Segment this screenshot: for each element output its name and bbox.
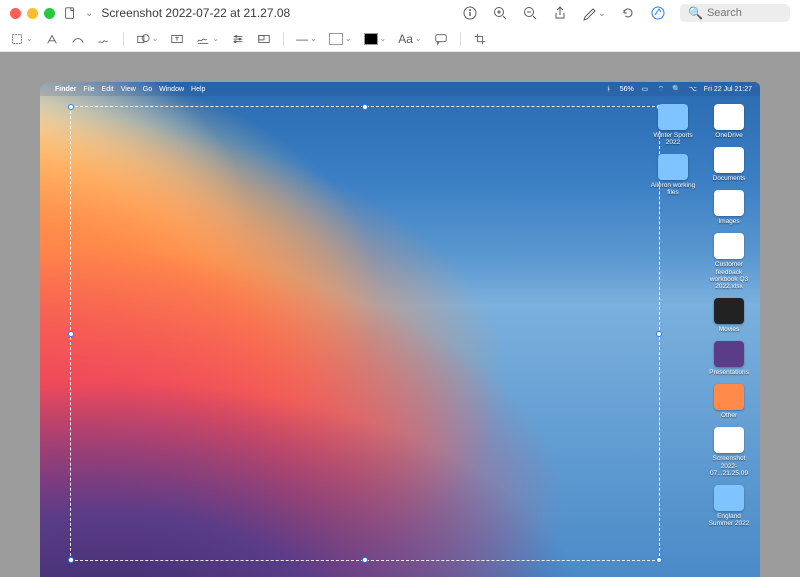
- adjust-size-icon[interactable]: [257, 32, 271, 46]
- window-title: Screenshot 2022-07-22 at 21.27.08: [101, 6, 290, 20]
- folder-icon: [714, 485, 744, 511]
- marquee-handle-sw[interactable]: [68, 557, 74, 563]
- shapes-icon[interactable]: ⌄: [136, 32, 159, 46]
- desktop-icon[interactable]: Other: [706, 384, 752, 419]
- crop-marquee[interactable]: [70, 106, 660, 561]
- desktop-icon[interactable]: Documents: [706, 147, 752, 182]
- minimize-button[interactable]: [27, 8, 38, 19]
- desktop-icon-label: Screenshot 2022-07...21.25.09: [706, 455, 752, 476]
- desktop-icon-label: Documents: [713, 175, 746, 182]
- desktop-icon[interactable]: OneDrive: [706, 104, 752, 139]
- menubar-clock: Fri 22 Jul 21:27: [704, 86, 752, 93]
- draw-icon[interactable]: [97, 32, 111, 46]
- desktop-icon-label: Other: [721, 412, 737, 419]
- desktop-icon[interactable]: Winter Sports 2022: [650, 104, 696, 146]
- menubar-battery-icon[interactable]: ▭: [640, 84, 650, 94]
- file-icon: [714, 104, 744, 130]
- markup-toolbar: ⌄ ⌄ ⌄ —⌄ ⌄ ⌄ Aa⌄: [0, 26, 800, 52]
- stroke-color-swatch[interactable]: ⌄: [329, 33, 352, 45]
- info-icon[interactable]: [462, 5, 478, 21]
- desktop-icon-label: Images: [718, 218, 739, 225]
- desktop-icon[interactable]: Images: [706, 190, 752, 225]
- menubar-wifi-icon[interactable]: ⌔: [656, 84, 666, 94]
- desktop-icons: Winter Sports 2022Aileron working files …: [650, 104, 752, 527]
- folder-icon: [658, 104, 688, 130]
- document-proxy-icon[interactable]: [63, 6, 77, 20]
- desktop-icon-label: Presentations: [709, 369, 749, 376]
- desktop-icon-label: England Summer 2022: [706, 513, 752, 527]
- desktop-icon[interactable]: Aileron working files: [650, 154, 696, 196]
- text-icon[interactable]: [170, 32, 184, 46]
- menubar-control-center-icon[interactable]: ⌥: [688, 84, 698, 94]
- fill-color-swatch[interactable]: ⌄: [364, 33, 387, 45]
- marquee-handle-w[interactable]: [68, 331, 74, 337]
- desktop-icon[interactable]: Customer feedback workbook Q3 2022.xlsx: [706, 233, 752, 290]
- desktop-icon-label: Movies: [719, 326, 740, 333]
- marquee-handle-n[interactable]: [362, 104, 368, 110]
- markup-toggle-icon[interactable]: [650, 5, 666, 21]
- marquee-handle-se[interactable]: [656, 557, 662, 563]
- file-icon: [714, 427, 744, 453]
- separator: [460, 32, 461, 46]
- annotate-icon[interactable]: [434, 32, 448, 46]
- macos-menubar: Finder File Edit View Go Window Help ᚼ 5…: [40, 82, 760, 96]
- menubar-spotlight-icon[interactable]: 🔍: [672, 84, 682, 94]
- desktop-icon-label: OneDrive: [715, 132, 742, 139]
- file-icon: [714, 190, 744, 216]
- rotate-icon[interactable]: [620, 5, 636, 21]
- separator: [283, 32, 284, 46]
- crop-icon[interactable]: [473, 32, 487, 46]
- sign-icon[interactable]: ⌄: [196, 32, 219, 46]
- search-input[interactable]: [707, 7, 787, 19]
- file-icon: [714, 384, 744, 410]
- menubar-item[interactable]: File: [83, 86, 94, 93]
- desktop-icon-label: Aileron working files: [650, 182, 696, 196]
- selection-tool-icon[interactable]: ⌄: [10, 32, 33, 46]
- zoom-out-icon[interactable]: [522, 5, 538, 21]
- menubar-battery-pct: 56%: [620, 86, 634, 93]
- folder-icon: [658, 154, 688, 180]
- separator: [123, 32, 124, 46]
- desktop-icon-label: Customer feedback workbook Q3 2022.xlsx: [706, 261, 752, 290]
- screenshot-canvas[interactable]: Finder File Edit View Go Window Help ᚼ 5…: [40, 82, 760, 577]
- menubar-item[interactable]: Edit: [102, 86, 114, 93]
- line-weight-icon[interactable]: —⌄: [296, 32, 317, 46]
- search-field[interactable]: 🔍: [680, 4, 790, 22]
- desktop-icon[interactable]: Movies: [706, 298, 752, 333]
- document-viewport: Finder File Edit View Go Window Help ᚼ 5…: [0, 52, 800, 577]
- title-dropdown-chevron[interactable]: ⌄: [85, 8, 93, 19]
- title-tools: ⌄ 🔍: [462, 4, 790, 22]
- file-icon: [714, 298, 744, 324]
- desktop-icon[interactable]: Presentations: [706, 341, 752, 376]
- marquee-handle-s[interactable]: [362, 557, 368, 563]
- desktop-icon-label: Winter Sports 2022: [650, 132, 696, 146]
- traffic-lights: [10, 8, 55, 19]
- file-icon: [714, 147, 744, 173]
- close-button[interactable]: [10, 8, 21, 19]
- adjust-color-icon[interactable]: [231, 32, 245, 46]
- instant-alpha-icon[interactable]: [45, 32, 59, 46]
- sketch-icon[interactable]: [71, 32, 85, 46]
- share-icon[interactable]: [552, 5, 568, 21]
- menubar-item[interactable]: View: [121, 86, 136, 93]
- fullscreen-button[interactable]: [44, 8, 55, 19]
- desktop-icon[interactable]: England Summer 2022: [706, 485, 752, 527]
- text-style-icon[interactable]: Aa⌄: [398, 32, 421, 46]
- menubar-app-name[interactable]: Finder: [55, 86, 76, 93]
- desktop-icon[interactable]: Screenshot 2022-07...21.25.09: [706, 427, 752, 476]
- marquee-handle-nw[interactable]: [68, 104, 74, 110]
- menubar-item[interactable]: Go: [143, 86, 152, 93]
- zoom-in-icon[interactable]: [492, 5, 508, 21]
- menubar-item[interactable]: Help: [191, 86, 205, 93]
- file-icon: [714, 233, 744, 259]
- highlight-icon[interactable]: ⌄: [582, 5, 606, 21]
- menubar-bluetooth-icon[interactable]: ᚼ: [604, 84, 614, 94]
- window-titlebar: ⌄ Screenshot 2022-07-22 at 21.27.08 ⌄ 🔍: [0, 0, 800, 26]
- file-icon: [714, 341, 744, 367]
- search-icon: 🔍: [688, 6, 703, 20]
- menubar-item[interactable]: Window: [159, 86, 184, 93]
